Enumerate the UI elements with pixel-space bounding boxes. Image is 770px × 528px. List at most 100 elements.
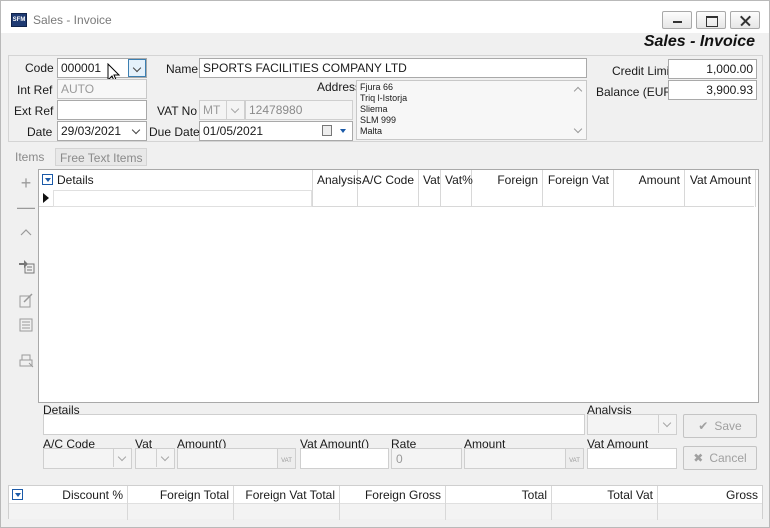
code-dropdown-button[interactable] <box>128 59 146 77</box>
int-ref-label: Int Ref <box>17 83 53 97</box>
copy-row-icon[interactable] <box>15 258 37 276</box>
calc-vat-button[interactable]: VAT <box>277 449 295 468</box>
customer-name-value: SPORTS FACILITIES COMPANY LTD <box>203 61 407 75</box>
details-input[interactable] <box>43 414 585 435</box>
vat-amount2-input[interactable] <box>587 448 677 469</box>
vat-code-dropdown-button[interactable] <box>156 449 174 467</box>
scroll-down-icon <box>573 124 583 134</box>
address-line: Malta <box>360 126 383 136</box>
balance-value: 3,900.93 <box>706 83 753 97</box>
save-label: Save <box>714 419 742 433</box>
vat-amount-input[interactable] <box>300 448 389 469</box>
due-date-label: Due Date <box>149 125 200 139</box>
due-date-value: 01/05/2021 <box>203 124 264 138</box>
chevron-down-icon <box>160 452 170 462</box>
calendar-icon[interactable] <box>322 125 332 136</box>
total-discount-header: Discount % <box>9 486 128 520</box>
print-row-icon[interactable] <box>15 353 37 371</box>
total-foreign-gross-header: Foreign Gross <box>340 486 446 520</box>
restore-icon <box>697 12 725 28</box>
date-picker[interactable]: 29/03/2021 <box>57 121 147 141</box>
chevron-down-icon <box>131 125 141 135</box>
address-label: Address <box>317 80 362 94</box>
ac-code-select[interactable] <box>43 448 132 469</box>
items-grid[interactable]: Details Analysis A/C Code Vat Vat% Forei… <box>38 169 759 403</box>
date-dropdown-button[interactable] <box>128 122 146 140</box>
cancel-button[interactable]: ✖ Cancel <box>683 446 757 470</box>
due-date-picker[interactable]: 01/05/2021 <box>199 121 353 141</box>
address-scrollbar[interactable] <box>572 83 584 137</box>
address-line: Triq l-Istorja <box>360 93 408 103</box>
chevron-down-icon <box>662 418 672 428</box>
amount-input[interactable]: VAT <box>177 448 296 469</box>
analysis-select[interactable] <box>587 414 677 435</box>
vat-country-select[interactable]: MT <box>199 100 245 120</box>
rate-value: 0 <box>396 452 403 466</box>
close-button[interactable] <box>730 11 760 29</box>
close-icon <box>731 12 759 28</box>
app-icon: SFM <box>11 13 27 27</box>
cancel-label: Cancel <box>709 451 747 465</box>
credit-limit-value: 1,000.00 <box>706 62 753 76</box>
balance-label: Balance (EUR) <box>596 85 677 99</box>
chevron-down-icon <box>117 452 127 462</box>
scroll-up-icon <box>573 86 583 96</box>
edit-row-icon[interactable] <box>15 292 37 310</box>
chevron-down-icon[interactable] <box>340 129 346 133</box>
current-row-indicator-icon <box>43 193 49 203</box>
vat-code-select[interactable] <box>135 448 175 469</box>
ext-ref-label: Ext Ref <box>14 104 54 118</box>
chevron-down-icon <box>132 63 142 73</box>
cross-icon: ✖ <box>693 451 704 465</box>
check-icon: ✔ <box>698 419 709 433</box>
save-button[interactable]: ✔ Save <box>683 414 757 438</box>
chevron-down-icon <box>230 104 240 114</box>
notes-icon[interactable] <box>15 318 37 336</box>
date-value: 29/03/2021 <box>61 124 122 138</box>
vat-country-dropdown-button[interactable] <box>226 101 244 119</box>
rate-input[interactable]: 0 <box>391 448 462 469</box>
vat-no-label: VAT No <box>157 104 198 118</box>
customer-name-field[interactable]: SPORTS FACILITIES COMPANY LTD <box>199 58 587 78</box>
tab-free-text-items[interactable]: Free Text Items <box>55 148 148 166</box>
credit-limit-label: Credit Limit <box>612 64 673 78</box>
address-line: Fjura 66 <box>360 82 394 92</box>
code-combo[interactable]: 000001 <box>57 58 147 78</box>
minimize-icon <box>663 12 691 28</box>
totals-column-menu-button[interactable] <box>12 489 23 500</box>
tab-items[interactable]: Items <box>11 148 48 166</box>
name-label: Name <box>166 62 199 76</box>
vat-number-value: 12478980 <box>249 103 303 117</box>
total-total-header: Total <box>446 486 552 520</box>
credit-limit-field[interactable]: 1,000.00 <box>668 59 757 79</box>
total-foreign-vat-total-header: Foreign Vat Total <box>234 486 340 520</box>
amount2-input[interactable]: VAT <box>464 448 584 469</box>
analysis-dropdown-button[interactable] <box>658 415 676 433</box>
address-box[interactable]: Fjura 66 Triq l-Istorja Sliema SLM 999 M… <box>356 80 587 140</box>
int-ref-value: AUTO <box>61 82 95 96</box>
remove-icon[interactable]: — <box>15 198 37 216</box>
move-up-icon[interactable] <box>15 223 37 241</box>
add-icon[interactable]: + <box>15 174 37 192</box>
balance-field[interactable]: 3,900.93 <box>668 80 757 100</box>
title-bar: SFM Sales - Invoice <box>1 1 769 33</box>
calc-vat2-button[interactable]: VAT <box>565 449 583 468</box>
vat-number-field[interactable]: 12478980 <box>245 100 353 120</box>
form-heading: Sales - Invoice <box>643 33 755 50</box>
int-ref-field[interactable]: AUTO <box>57 79 147 99</box>
total-foreign-total-header: Foreign Total <box>128 486 234 520</box>
date-label: Date <box>27 125 53 139</box>
ac-code-dropdown-button[interactable] <box>113 449 131 467</box>
vat-country-value: MT <box>203 103 221 117</box>
total-total-vat-header: Total Vat <box>552 486 658 520</box>
code-value: 000001 <box>61 61 102 75</box>
maximize-button[interactable] <box>696 11 726 29</box>
minimize-button[interactable] <box>662 11 692 29</box>
total-gross-header: Gross <box>725 488 758 502</box>
totals-grid: Discount % Foreign Total Foreign Vat Tot… <box>8 485 763 520</box>
ext-ref-input[interactable] <box>57 100 147 120</box>
row-details-cell[interactable] <box>53 190 312 207</box>
grid-column-menu-button[interactable] <box>42 174 53 185</box>
address-line: SLM 999 <box>360 115 397 125</box>
address-line: Sliema <box>360 104 388 114</box>
